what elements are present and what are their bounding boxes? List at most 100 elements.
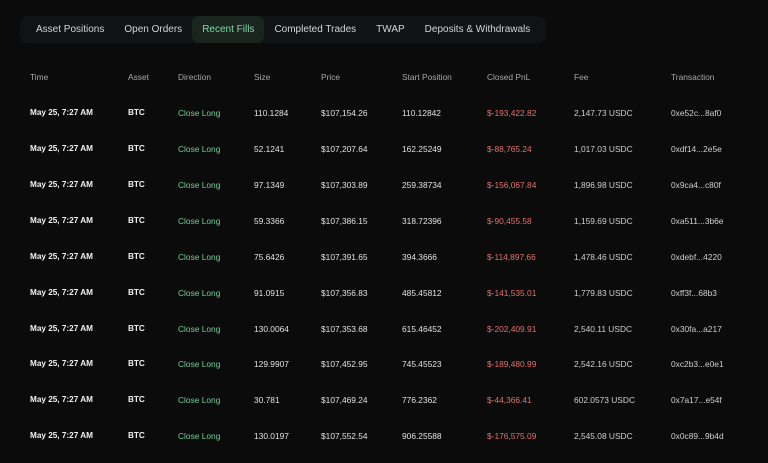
cell-start-position: 162.25249 xyxy=(402,144,442,154)
table-row: May 25, 7:27 AM BTC Close Long 91.0915 $… xyxy=(0,288,768,300)
cell-closed-pnl: $-141,535.01 xyxy=(487,288,537,298)
cell-fee: 602.0573 USDC xyxy=(574,395,635,405)
cell-size: 97.1349 xyxy=(254,180,285,190)
transaction-link[interactable]: 0xff3f...68b3 xyxy=(671,288,717,298)
table-row: May 25, 7:27 AM BTC Close Long 30.781 $1… xyxy=(0,395,768,407)
cell-fee: 2,542.16 USDC xyxy=(574,359,633,369)
cell-price: $107,452.95 xyxy=(321,359,368,369)
header-size[interactable]: Size xyxy=(254,72,270,82)
transaction-link[interactable]: 0xdf14...2e5e xyxy=(671,144,722,154)
cell-size: 52.1241 xyxy=(254,144,285,154)
transaction-link[interactable]: 0x30fa...a217 xyxy=(671,324,722,334)
cell-size: 130.0197 xyxy=(254,431,289,441)
cell-price: $107,353.68 xyxy=(321,324,368,334)
cell-time: May 25, 7:27 AM xyxy=(30,216,93,225)
cell-fee: 1,478.46 USDC xyxy=(574,252,633,262)
header-start-position[interactable]: Start Position xyxy=(402,72,452,82)
cell-direction: Close Long xyxy=(178,431,221,441)
table-row: May 25, 7:27 AM BTC Close Long 129.9907 … xyxy=(0,359,768,371)
cell-closed-pnl: $-202,409.91 xyxy=(487,324,537,334)
cell-start-position: 776.2362 xyxy=(402,395,437,405)
cell-closed-pnl: $-176,575.09 xyxy=(487,431,537,441)
cell-price: $107,469.24 xyxy=(321,395,368,405)
cell-fee: 1,896.98 USDC xyxy=(574,180,633,190)
transaction-link[interactable]: 0xe52c...8af0 xyxy=(671,108,721,118)
table-row: May 25, 7:27 AM BTC Close Long 75.6426 $… xyxy=(0,252,768,264)
cell-direction: Close Long xyxy=(178,359,221,369)
table-row: May 25, 7:27 AM BTC Close Long 59.3366 $… xyxy=(0,216,768,228)
cell-fee: 2,545.08 USDC xyxy=(574,431,633,441)
table-header: Time Asset Direction Size Price Start Po… xyxy=(0,72,768,84)
header-time[interactable]: Time xyxy=(30,72,48,82)
cell-asset: BTC xyxy=(128,216,145,225)
cell-start-position: 745.45523 xyxy=(402,359,442,369)
cell-time: May 25, 7:27 AM xyxy=(30,108,93,117)
cell-start-position: 318.72396 xyxy=(402,216,442,226)
transaction-link[interactable]: 0xdebf...4220 xyxy=(671,252,722,262)
cell-asset: BTC xyxy=(128,288,145,297)
tab-bar: Asset Positions Open Orders Recent Fills… xyxy=(20,16,547,43)
cell-time: May 25, 7:27 AM xyxy=(30,144,93,153)
cell-time: May 25, 7:27 AM xyxy=(30,359,93,368)
tab-deposits-withdrawals[interactable]: Deposits & Withdrawals xyxy=(415,16,541,43)
table-row: May 25, 7:27 AM BTC Close Long 52.1241 $… xyxy=(0,144,768,156)
cell-start-position: 485.45812 xyxy=(402,288,442,298)
cell-closed-pnl: $-90,455.58 xyxy=(487,216,532,226)
header-price[interactable]: Price xyxy=(321,72,340,82)
cell-fee: 2,147.73 USDC xyxy=(574,108,633,118)
tab-asset-positions[interactable]: Asset Positions xyxy=(26,16,114,43)
cell-closed-pnl: $-193,422.82 xyxy=(487,108,537,118)
cell-direction: Close Long xyxy=(178,395,221,405)
cell-time: May 25, 7:27 AM xyxy=(30,180,93,189)
cell-asset: BTC xyxy=(128,180,145,189)
cell-price: $107,303.89 xyxy=(321,180,368,190)
cell-direction: Close Long xyxy=(178,180,221,190)
cell-price: $107,391.65 xyxy=(321,252,368,262)
cell-direction: Close Long xyxy=(178,252,221,262)
table-row: May 25, 7:27 AM BTC Close Long 130.0064 … xyxy=(0,324,768,336)
cell-start-position: 110.12842 xyxy=(402,108,441,118)
table-row: May 25, 7:27 AM BTC Close Long 97.1349 $… xyxy=(0,180,768,192)
cell-size: 91.0915 xyxy=(254,288,285,298)
cell-closed-pnl: $-189,480.99 xyxy=(487,359,537,369)
tab-completed-trades[interactable]: Completed Trades xyxy=(264,16,366,43)
cell-start-position: 906.25588 xyxy=(402,431,442,441)
cell-asset: BTC xyxy=(128,395,145,404)
transaction-link[interactable]: 0x9ca4...c80f xyxy=(671,180,721,190)
cell-time: May 25, 7:27 AM xyxy=(30,431,93,440)
cell-size: 75.6426 xyxy=(254,252,285,262)
header-transaction[interactable]: Transaction xyxy=(671,72,714,82)
cell-asset: BTC xyxy=(128,144,145,153)
cell-fee: 1,159.69 USDC xyxy=(574,216,633,226)
cell-size: 129.9907 xyxy=(254,359,289,369)
cell-asset: BTC xyxy=(128,431,145,440)
transaction-link[interactable]: 0x7a17...e54f xyxy=(671,395,722,405)
tab-open-orders[interactable]: Open Orders xyxy=(114,16,192,43)
cell-asset: BTC xyxy=(128,252,145,261)
cell-time: May 25, 7:27 AM xyxy=(30,324,93,333)
cell-asset: BTC xyxy=(128,359,145,368)
tab-twap[interactable]: TWAP xyxy=(366,16,415,43)
cell-fee: 1,017.03 USDC xyxy=(574,144,633,154)
cell-closed-pnl: $-44,366.41 xyxy=(487,395,532,405)
cell-asset: BTC xyxy=(128,324,145,333)
table-row: May 25, 7:27 AM BTC Close Long 130.0197 … xyxy=(0,431,768,443)
table-row: May 25, 7:27 AM BTC Close Long 110.1284 … xyxy=(0,108,768,120)
cell-asset: BTC xyxy=(128,108,145,117)
cell-fee: 1,779.83 USDC xyxy=(574,288,633,298)
transaction-link[interactable]: 0xc2b3...e0e1 xyxy=(671,359,724,369)
transaction-link[interactable]: 0xa511...3b6e xyxy=(671,216,723,226)
recent-fills-panel: Asset Positions Open Orders Recent Fills… xyxy=(0,0,768,463)
cell-fee: 2,540.11 USDC xyxy=(574,324,633,334)
header-fee[interactable]: Fee xyxy=(574,72,588,82)
header-closed-pnl[interactable]: Closed PnL xyxy=(487,72,530,82)
cell-direction: Close Long xyxy=(178,288,221,298)
header-direction[interactable]: Direction xyxy=(178,72,211,82)
cell-direction: Close Long xyxy=(178,324,221,334)
cell-size: 130.0064 xyxy=(254,324,289,334)
transaction-link[interactable]: 0x0c89...9b4d xyxy=(671,431,724,441)
cell-size: 30.781 xyxy=(254,395,280,405)
header-asset[interactable]: Asset xyxy=(128,72,149,82)
tab-recent-fills[interactable]: Recent Fills xyxy=(192,16,265,43)
cell-start-position: 259.38734 xyxy=(402,180,442,190)
